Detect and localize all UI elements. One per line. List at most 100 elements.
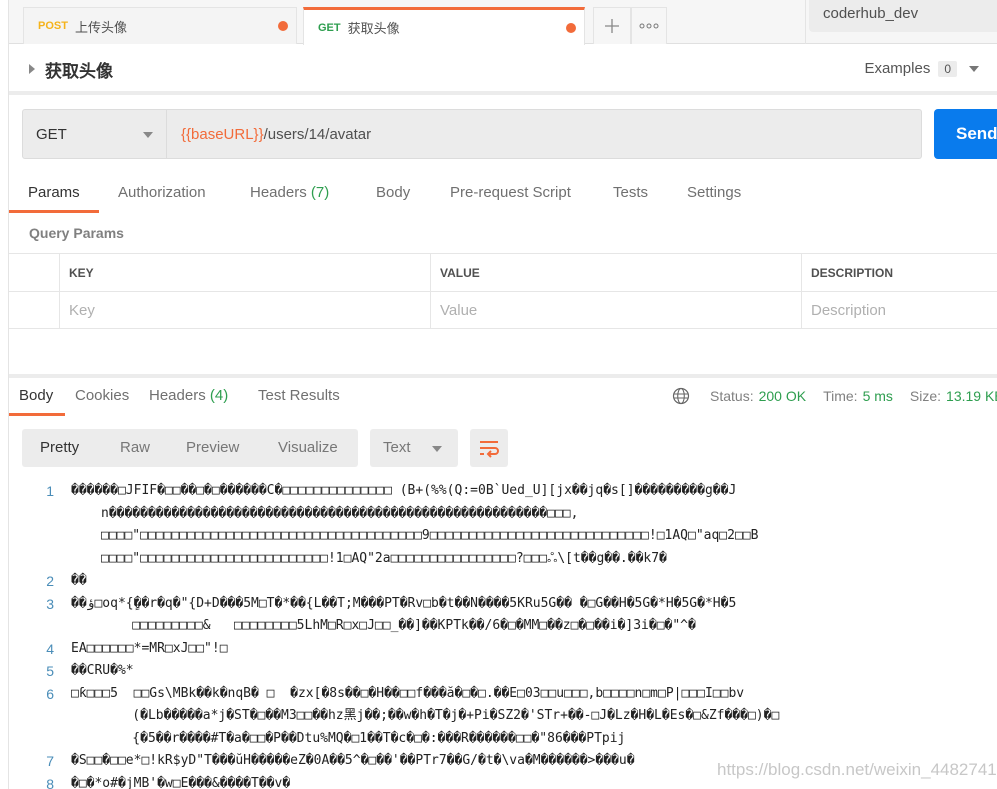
pretty-button[interactable]: Pretty bbox=[40, 439, 79, 456]
new-tab-button[interactable] bbox=[593, 7, 631, 44]
response-tab-headers[interactable]: Headers (4) bbox=[149, 387, 228, 404]
tab-settings[interactable]: Settings bbox=[687, 184, 741, 201]
table-header-row: KEY VALUE DESCRIPTION bbox=[9, 253, 997, 291]
active-tab-indicator bbox=[9, 210, 99, 213]
value-input[interactable]: Value bbox=[430, 292, 802, 328]
more-icon bbox=[639, 23, 659, 29]
unsaved-dot-icon bbox=[566, 22, 576, 33]
tab-pre-request-script[interactable]: Pre-request Script bbox=[450, 184, 571, 201]
tab-headers[interactable]: Headers (7) bbox=[250, 184, 329, 201]
url-variable: {{baseURL}} bbox=[181, 125, 264, 143]
line-text: ��CRU�%* bbox=[71, 663, 134, 678]
column-description: DESCRIPTION bbox=[801, 254, 997, 291]
column-key: KEY bbox=[59, 254, 431, 291]
line-number: 7 bbox=[46, 753, 54, 769]
response-tab-body[interactable]: Body bbox=[19, 387, 53, 404]
response-tab-cookies[interactable]: Cookies bbox=[75, 387, 129, 404]
code-line: 4 EA□□□□□□*=MR□xJ□□"!□ bbox=[9, 638, 997, 661]
line-text: ������□JFIF�□□��□�□������C�□□□□□□□□□□□□□… bbox=[71, 483, 737, 498]
examples-count: 0 bbox=[938, 60, 957, 77]
line-text: □ƙ□□□5 □□Gs\MBk��k�nqB� □ �zx[�8s��□�H��… bbox=[71, 685, 745, 701]
response-meta: Status: 200 OK Time: 5 ms Size: 13.19 KB bbox=[672, 387, 997, 405]
plus-icon bbox=[605, 19, 619, 33]
language-select[interactable]: Text bbox=[370, 429, 458, 467]
line-number bbox=[9, 705, 71, 728]
url-bar: GET {{baseURL}}/users/14/avatar bbox=[22, 109, 922, 159]
tab-label: Headers bbox=[250, 184, 307, 201]
table-row: Key Value Description bbox=[9, 291, 997, 329]
tab-method: POST bbox=[38, 20, 68, 32]
chevron-down-icon bbox=[143, 132, 153, 138]
code-line: {�5��r����#T�a�□□�P��Dtu%MQ�□1��T�c�□�:�… bbox=[9, 728, 997, 751]
preview-button[interactable]: Preview bbox=[186, 439, 239, 456]
chevron-down-icon bbox=[969, 65, 979, 72]
code-line: (�Lb�����a*j�ST�□��M3□□��hz黑j��;��w�h�T�… bbox=[9, 705, 997, 728]
section-divider bbox=[9, 374, 997, 378]
environment-select[interactable]: coderhub_dev bbox=[809, 0, 997, 32]
format-toggle-group: Pretty Raw Preview Visualize bbox=[22, 429, 358, 467]
line-number bbox=[9, 548, 71, 571]
line-number: 4 bbox=[46, 640, 54, 657]
time-label: Time: bbox=[823, 388, 858, 404]
code-line: □□□□"□□□□□□□□□□□□□□□□□□□□□□□□□□□□□□□□□□□… bbox=[9, 525, 997, 548]
code-line: □□□□□□□□□& □□□□□□□□5LhM□R□x□J□□_��]��KPT… bbox=[9, 615, 997, 638]
more-tabs-button[interactable] bbox=[631, 7, 667, 44]
active-tab-indicator bbox=[9, 413, 65, 416]
code-line: 2 �� bbox=[9, 570, 997, 593]
line-text: {�5��r����#T�a�□□�P��Dtu%MQ�□1��T�c�□�:�… bbox=[101, 730, 626, 746]
chevron-down-icon bbox=[432, 446, 442, 452]
wrap-lines-button[interactable] bbox=[470, 429, 508, 467]
line-number: 3 bbox=[46, 595, 54, 612]
code-line: 5 ��CRU�%* bbox=[9, 660, 997, 683]
line-text: n���������������������������������������… bbox=[101, 505, 579, 521]
time-value: 5 ms bbox=[862, 388, 893, 404]
code-line: □□□□"□□□□□□□□□□□□□□□□□□□□□□□□!1□AQ"2a□□□… bbox=[9, 548, 997, 571]
line-text: □□□□"□□□□□□□□□□□□□□□□□□□□□□□□!1□AQ"2a□□□… bbox=[101, 550, 667, 566]
request-name: 获取头像 bbox=[45, 62, 113, 81]
line-text: �S□□�□□e*□!kR$yD"T���ŭH�����eZ�0A��5^�□�… bbox=[71, 753, 635, 768]
column-value: VALUE bbox=[430, 254, 802, 291]
expand-caret-icon[interactable] bbox=[29, 64, 35, 74]
tab-body[interactable]: Body bbox=[376, 184, 410, 201]
method-select[interactable]: GET bbox=[23, 110, 167, 158]
status-label: Status: bbox=[710, 388, 754, 404]
tab-upload-avatar[interactable]: POST 上传头像 bbox=[23, 7, 297, 44]
code-line: 1 ������□JFIF�□□��□�□������C�□□□□□□□□□□□□… bbox=[9, 480, 997, 503]
line-text: �□�*o#�jMB'�w□E���&����T��v� bbox=[71, 775, 291, 789]
response-headers-count: (4) bbox=[209, 387, 229, 404]
send-button[interactable]: Send bbox=[934, 109, 997, 159]
response-tab-test-results[interactable]: Test Results bbox=[258, 387, 340, 404]
code-line: 6 □ƙ□□□5 □□Gs\MBk��k�nqB� □ �zx[�8s��□�H�… bbox=[9, 683, 997, 706]
tab-label: Headers bbox=[149, 387, 206, 404]
examples-label: Examples bbox=[864, 60, 931, 77]
code-line: n���������������������������������������… bbox=[9, 503, 997, 526]
url-path: /users/14/avatar bbox=[263, 125, 372, 143]
line-number bbox=[9, 728, 71, 751]
size-label: Size: bbox=[909, 388, 942, 404]
line-text: □□□□"□□□□□□□□□□□□□□□□□□□□□□□□□□□□□□□□□□□… bbox=[101, 528, 759, 543]
url-input[interactable]: {{baseURL}}/users/14/avatar bbox=[167, 126, 371, 143]
description-input[interactable]: Description bbox=[801, 292, 997, 328]
unsaved-dot-icon bbox=[278, 21, 288, 31]
visualize-button[interactable]: Visualize bbox=[278, 439, 338, 456]
globe-icon[interactable] bbox=[672, 387, 690, 405]
tab-name: 上传头像 bbox=[74, 19, 127, 35]
key-input[interactable]: Key bbox=[59, 292, 431, 328]
code-line: 8 �□�*o#�jMB'�w□E���&����T��v� bbox=[9, 773, 997, 789]
tab-params[interactable]: Params bbox=[28, 184, 80, 201]
request-name-row: 获取头像 Examples 0 bbox=[9, 45, 997, 95]
line-text: EA□□□□□□*=MR□xJ□□"!□ bbox=[71, 640, 228, 656]
divider bbox=[805, 0, 806, 44]
response-body[interactable]: 1 ������□JFIF�□□��□�□������C�□□□□□□□□□□□□… bbox=[9, 480, 997, 789]
query-params-title: Query Params bbox=[29, 225, 124, 241]
code-line: 7 �S□□�□□e*□!kR$yD"T���ŭH�����eZ�0A��5^�□… bbox=[9, 750, 997, 773]
wrap-lines-icon bbox=[480, 441, 499, 458]
line-text: (�Lb�����a*j�ST�□��M3□□��hz黑j��;��w�h�T�… bbox=[101, 708, 780, 723]
examples-dropdown[interactable]: Examples 0 bbox=[864, 60, 979, 77]
tab-tests[interactable]: Tests bbox=[613, 184, 648, 201]
tab-authorization[interactable]: Authorization bbox=[118, 184, 206, 201]
method-value: GET bbox=[36, 125, 67, 143]
raw-button[interactable]: Raw bbox=[120, 439, 150, 456]
tab-get-avatar[interactable]: GET 获取头像 bbox=[303, 7, 585, 45]
line-number: 6 bbox=[46, 685, 54, 702]
